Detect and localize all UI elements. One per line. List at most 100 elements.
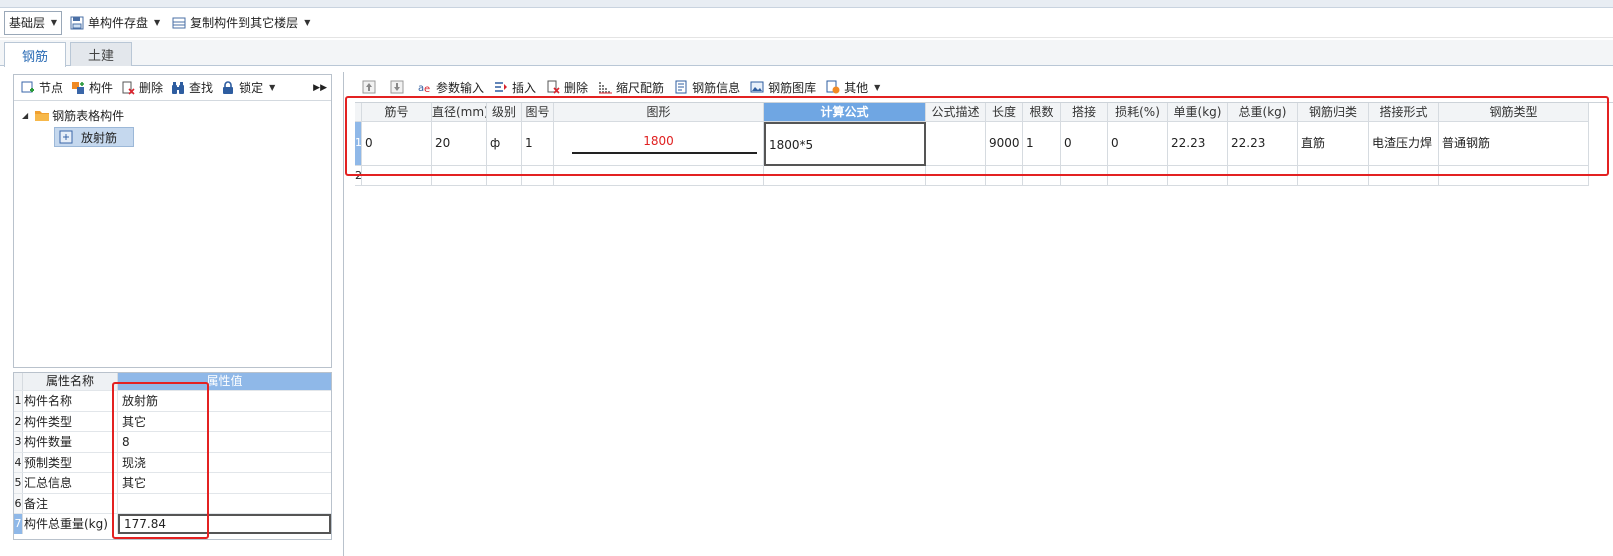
grid-row-empty[interactable]: 2 bbox=[355, 166, 1613, 186]
lock-label: 锁定 bbox=[239, 81, 264, 95]
empty-cell[interactable] bbox=[362, 166, 432, 186]
other-label: 其他 bbox=[844, 80, 869, 95]
layer-select[interactable]: 基础层 ▼ bbox=[4, 10, 62, 35]
tree-folder[interactable]: ◢ 钢筋表格构件 bbox=[22, 105, 124, 125]
empty-cell[interactable] bbox=[986, 166, 1023, 186]
rebar-library-button[interactable]: 钢筋图库 bbox=[746, 75, 822, 99]
empty-cell[interactable] bbox=[554, 166, 764, 186]
tab-bar: 钢筋 土建 bbox=[0, 40, 1613, 67]
lock-button[interactable]: 锁定 ▼ bbox=[218, 76, 280, 100]
shape-length-label[interactable]: 1800 bbox=[554, 134, 763, 148]
property-row-selected[interactable]: 7 构件总重量(kg) 177.84 bbox=[14, 513, 331, 534]
property-row[interactable]: 3 构件数量 8 bbox=[14, 431, 331, 452]
tab-civil[interactable]: 土建 bbox=[70, 42, 132, 66]
cell-formula-desc[interactable] bbox=[926, 122, 986, 166]
col-header[interactable]: 搭接形式 bbox=[1369, 103, 1439, 122]
empty-cell[interactable] bbox=[1228, 166, 1298, 186]
empty-cell[interactable] bbox=[1439, 166, 1589, 186]
empty-cell[interactable] bbox=[432, 166, 487, 186]
grid-row[interactable]: 1 0 20 ф 1 1800 1800*5 9000 1 0 0 22.23 … bbox=[355, 122, 1613, 166]
empty-cell[interactable] bbox=[1298, 166, 1369, 186]
delete-component-button[interactable]: 删除 bbox=[118, 76, 168, 100]
cell-lap[interactable]: 0 bbox=[1061, 122, 1108, 166]
move-up-button[interactable] bbox=[358, 75, 386, 99]
property-value[interactable]: 其它 bbox=[118, 473, 331, 493]
other-button[interactable]: 其他 ▼ bbox=[822, 75, 886, 99]
property-value[interactable]: 8 bbox=[118, 432, 331, 452]
col-header[interactable]: 搭接 bbox=[1061, 103, 1108, 122]
property-row[interactable]: 2 构件类型 其它 bbox=[14, 410, 331, 432]
col-header[interactable]: 根数 bbox=[1023, 103, 1061, 122]
chevron-down-icon: ▼ bbox=[154, 18, 161, 27]
cell-loss[interactable]: 0 bbox=[1108, 122, 1168, 166]
add-component-button[interactable]: 构件 bbox=[68, 76, 118, 100]
property-row[interactable]: 1 构件名称 放射筋 bbox=[14, 390, 331, 411]
add-node-button[interactable]: 节点 bbox=[18, 76, 68, 100]
cell-grade[interactable]: ф bbox=[487, 122, 522, 166]
copy-to-floor-button[interactable]: 复制构件到其它楼层 ▼ bbox=[168, 11, 314, 35]
cell-count[interactable]: 1 bbox=[1023, 122, 1061, 166]
cell-unit-weight[interactable]: 22.23 bbox=[1168, 122, 1228, 166]
property-value-editor[interactable]: 177.84 bbox=[118, 514, 331, 534]
cell-lap-type[interactable]: 电渣压力焊 bbox=[1369, 122, 1439, 166]
col-header[interactable]: 直径(mm) bbox=[432, 103, 487, 122]
col-header[interactable]: 损耗(%) bbox=[1108, 103, 1168, 122]
chevron-down-icon: ▼ bbox=[269, 83, 276, 92]
row-number[interactable]: 1 bbox=[355, 122, 362, 166]
col-header[interactable]: 图号 bbox=[522, 103, 554, 122]
property-row[interactable]: 6 备注 bbox=[14, 492, 331, 514]
empty-cell[interactable] bbox=[926, 166, 986, 186]
cell-length[interactable]: 9000 bbox=[986, 122, 1023, 166]
cell-rebar-type[interactable]: 普通钢筋 bbox=[1439, 122, 1589, 166]
cell-formula[interactable]: 1800*5 bbox=[764, 122, 926, 166]
insert-button[interactable]: 插入 bbox=[490, 75, 542, 99]
property-value[interactable]: 现浇 bbox=[118, 453, 331, 473]
header-rownum bbox=[355, 103, 362, 122]
expand-triangle-icon[interactable]: ◢ bbox=[22, 111, 28, 120]
empty-cell[interactable] bbox=[1023, 166, 1061, 186]
col-header[interactable]: 长度 bbox=[986, 103, 1023, 122]
row-number[interactable]: 2 bbox=[355, 166, 362, 186]
col-header[interactable]: 公式描述 bbox=[926, 103, 986, 122]
empty-cell[interactable] bbox=[487, 166, 522, 186]
col-header[interactable]: 钢筋类型 bbox=[1439, 103, 1589, 122]
property-name: 构件类型 bbox=[23, 411, 118, 431]
tab-rebar[interactable]: 钢筋 bbox=[4, 42, 66, 67]
property-value[interactable]: 其它 bbox=[118, 412, 331, 432]
empty-cell[interactable] bbox=[1168, 166, 1228, 186]
param-input-button[interactable]: ae 参数输入 bbox=[414, 75, 490, 99]
property-name: 汇总信息 bbox=[23, 473, 118, 493]
cell-total-weight[interactable]: 22.23 bbox=[1228, 122, 1298, 166]
col-header[interactable]: 单重(kg) bbox=[1168, 103, 1228, 122]
empty-cell[interactable] bbox=[1369, 166, 1439, 186]
tree-item-selected[interactable]: 放射筋 bbox=[54, 127, 135, 147]
gear-document-icon bbox=[826, 80, 840, 94]
col-header[interactable]: 总重(kg) bbox=[1228, 103, 1298, 122]
cell-diameter[interactable]: 20 bbox=[432, 122, 487, 166]
property-value[interactable] bbox=[118, 494, 331, 514]
cell-figure-no[interactable]: 1 bbox=[522, 122, 554, 166]
cell-shape[interactable]: 1800 bbox=[554, 122, 764, 166]
save-single-button[interactable]: 单构件存盘 ▼ bbox=[66, 11, 164, 35]
property-row[interactable]: 5 汇总信息 其它 bbox=[14, 472, 331, 493]
col-header[interactable]: 级别 bbox=[487, 103, 522, 122]
empty-cell[interactable] bbox=[1061, 166, 1108, 186]
col-header[interactable]: 图形 bbox=[554, 103, 764, 122]
property-row[interactable]: 4 预制类型 现浇 bbox=[14, 451, 331, 473]
col-header[interactable]: 钢筋归类 bbox=[1298, 103, 1369, 122]
move-down-button[interactable] bbox=[386, 75, 414, 99]
col-header-formula[interactable]: 计算公式 bbox=[764, 103, 926, 122]
rebar-info-button[interactable]: 钢筋信息 bbox=[670, 75, 746, 99]
scale-rebar-button[interactable]: 缩尺配筋 bbox=[594, 75, 670, 99]
empty-cell[interactable] bbox=[522, 166, 554, 186]
cell-bar-no[interactable]: 0 bbox=[362, 122, 432, 166]
property-value[interactable]: 放射筋 bbox=[118, 391, 331, 411]
find-button[interactable]: 查找 bbox=[168, 76, 218, 100]
delete-row-button[interactable]: 删除 bbox=[542, 75, 594, 99]
cell-category[interactable]: 直筋 bbox=[1298, 122, 1369, 166]
empty-cell[interactable] bbox=[764, 166, 926, 186]
property-name: 构件数量 bbox=[23, 432, 118, 452]
col-header[interactable]: 筋号 bbox=[362, 103, 432, 122]
empty-cell[interactable] bbox=[1108, 166, 1168, 186]
more-arrow-icon[interactable]: ▶▶ bbox=[313, 83, 327, 93]
